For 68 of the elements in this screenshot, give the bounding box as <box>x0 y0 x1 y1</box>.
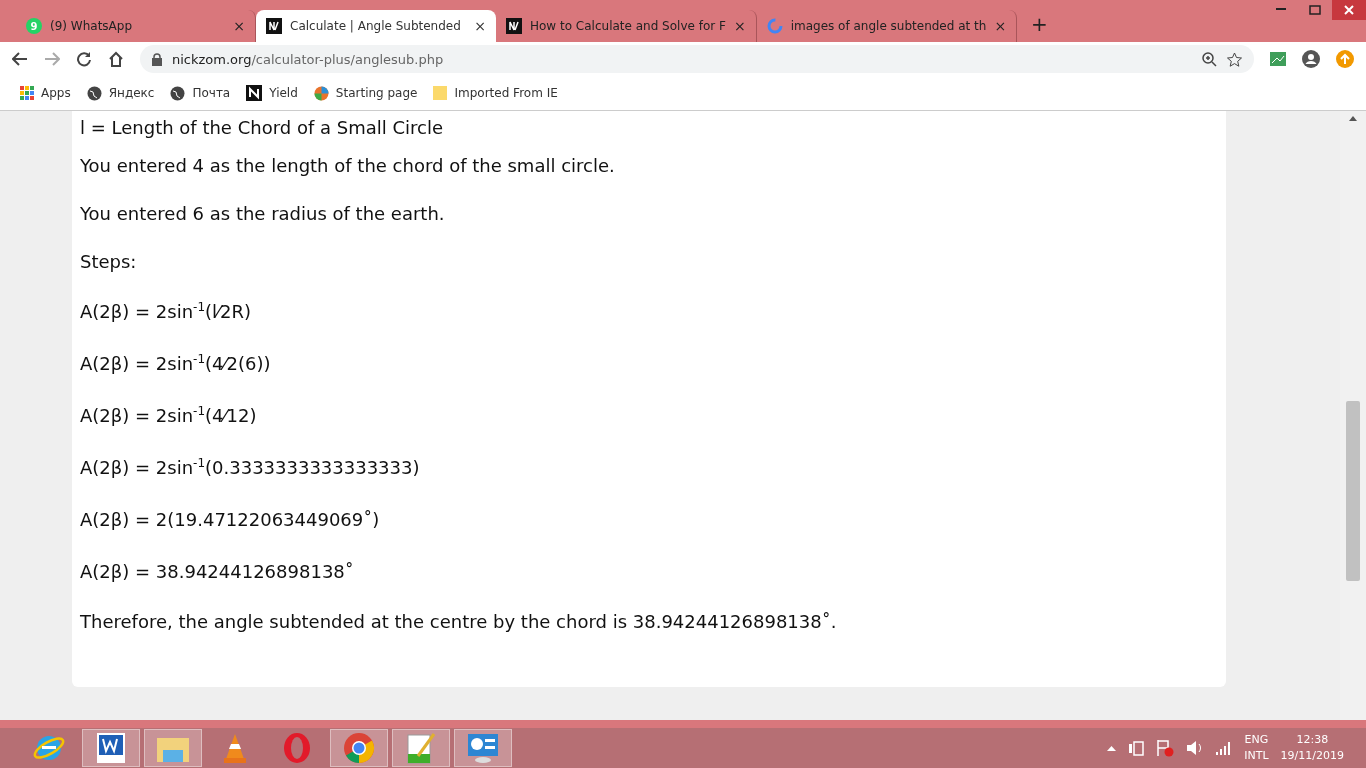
reload-icon[interactable] <box>76 51 92 67</box>
notepad-icon[interactable] <box>406 732 436 764</box>
close-icon[interactable]: × <box>474 18 486 34</box>
layout-text[interactable]: INTL <box>1244 748 1269 764</box>
document-icon[interactable] <box>97 733 125 763</box>
chrome-icon[interactable] <box>343 732 375 764</box>
globe-icon <box>170 85 186 101</box>
formula-text: A(2β) = 2sin$^{-1}$(4⁄2(6)) <box>80 352 271 374</box>
bookmark-link[interactable]: Imported From IE <box>454 86 558 100</box>
address-bar[interactable]: nickzom.org/calculator-plus/anglesub.php <box>140 45 1254 73</box>
star-icon[interactable] <box>1227 51 1242 67</box>
caret-icon[interactable] <box>1107 745 1117 751</box>
bookmark-link[interactable]: Яндекс <box>108 86 155 100</box>
ball-icon <box>313 85 329 101</box>
bookmark-link[interactable]: Apps <box>41 86 71 100</box>
heading-text: l = Length of the Chord of a Small Circle <box>80 116 443 138</box>
apps-icon <box>20 86 34 100</box>
paragraph-text: You entered 4 as the length of the chord of the small circle. <box>80 154 615 176</box>
lock-icon <box>152 52 162 66</box>
forward-icon[interactable] <box>44 52 60 66</box>
bookmark-link[interactable]: Starting page <box>335 86 418 100</box>
browser-tab[interactable]: Calculate | Angle Subtended × <box>256 10 496 42</box>
close-icon[interactable]: × <box>233 18 245 34</box>
logo-icon <box>266 18 282 34</box>
battery-icon[interactable] <box>1128 740 1145 756</box>
paragraph-text: Steps: <box>80 250 137 272</box>
result-text: Therefore, the angle subtended at the centre by the chord is 38.94244126898138˚. <box>80 610 837 632</box>
update-icon[interactable] <box>1336 50 1354 68</box>
close-button[interactable] <box>1332 0 1366 20</box>
close-icon[interactable]: × <box>994 18 1007 34</box>
close-icon[interactable]: × <box>733 18 746 34</box>
taskbar-button[interactable] <box>330 729 388 767</box>
url-text: nickzom.org/calculator-plus/anglesub.php <box>172 51 444 67</box>
control-panel-icon[interactable] <box>467 733 499 763</box>
paragraph-text: You entered 6 as the radius of the earth. <box>80 202 445 224</box>
formula-text: A(2β) = 2sin$^{-1}$(4⁄12) <box>80 404 257 426</box>
formula-text: A(2β) = 2sin$^{-1}$(0.3333333333333333) <box>80 456 420 478</box>
home-icon[interactable] <box>108 51 124 67</box>
language-text[interactable]: ENG <box>1244 732 1269 748</box>
close-icon[interactable] <box>1344 5 1354 15</box>
taskbar-button[interactable] <box>392 729 450 767</box>
taskbar-button[interactable] <box>454 729 512 767</box>
profile-icon[interactable] <box>1302 50 1320 68</box>
formula-text: A(2β) = 2sin$^{-1}$(l⁄2R) <box>80 300 252 322</box>
google-icon <box>766 18 783 34</box>
extension-icon[interactable] <box>1270 52 1286 66</box>
new-tab-button[interactable]: + <box>1031 12 1048 36</box>
scroll-up-icon[interactable] <box>1349 115 1357 121</box>
globe-icon <box>86 85 102 101</box>
scrollbar-thumb[interactable] <box>1346 401 1360 581</box>
logo-icon <box>506 18 522 34</box>
signal-icon[interactable] <box>1216 741 1233 755</box>
bookmark-link[interactable]: Yield <box>269 86 298 100</box>
flag-icon[interactable] <box>1156 739 1175 757</box>
cone-icon[interactable] <box>222 733 248 763</box>
bookmark-link[interactable]: Почта <box>192 86 231 100</box>
clock-time[interactable]: 12:38 <box>1296 732 1329 748</box>
formula-text: A(2β) = 38.94244126898138˚ <box>80 560 354 582</box>
formula-text: A(2β) = 2(19.47122063449069˚) <box>80 508 380 530</box>
logo-icon <box>246 85 263 101</box>
folder-icon <box>433 85 448 101</box>
back-icon[interactable] <box>12 52 28 66</box>
clock-date[interactable]: 19/11/2019 <box>1280 748 1344 764</box>
chat-badge: 9 <box>26 18 42 34</box>
taskbar-button[interactable] <box>82 729 140 767</box>
minimize-icon[interactable] <box>1276 8 1286 12</box>
maximize-icon[interactable] <box>1309 5 1321 15</box>
zoom-icon[interactable] <box>1202 51 1217 67</box>
